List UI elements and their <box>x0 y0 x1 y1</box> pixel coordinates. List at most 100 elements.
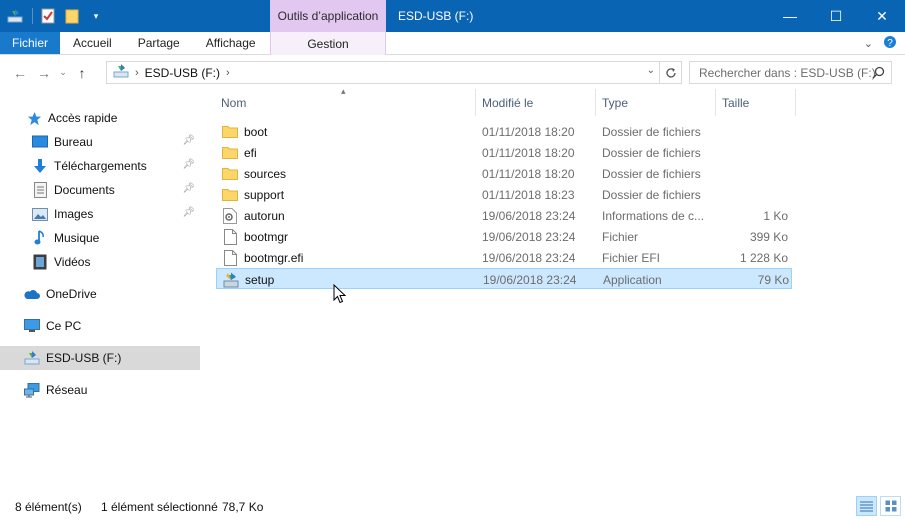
forward-arrow-icon[interactable]: → <box>32 61 56 85</box>
tab-fichier[interactable]: Fichier <box>0 32 61 54</box>
recent-locations-icon[interactable]: ⌄ <box>56 61 70 85</box>
close-button[interactable]: ✕ <box>859 0 905 32</box>
mouse-cursor-icon <box>333 283 347 307</box>
file-row[interactable]: bootmgr 19/06/2018 23:24 Fichier 399 Ko <box>216 226 792 247</box>
chevron-right-icon[interactable]: › <box>135 67 139 79</box>
up-arrow-icon[interactable]: ↑ <box>70 61 94 85</box>
folder-icon <box>222 166 238 182</box>
title-bar: ▾ Outils d’application ESD-USB (F:) — ☐ … <box>0 0 905 32</box>
file-list: ▴ Nom Modifié le Type Taille boot 01/11/… <box>216 86 905 493</box>
images-icon <box>32 206 48 222</box>
nav-label: Téléchargements <box>54 159 147 173</box>
chevron-down-icon[interactable]: ⌄ <box>647 65 655 76</box>
music-icon <box>32 230 48 246</box>
file-date: 19/06/2018 23:24 <box>483 272 577 287</box>
chevron-down-icon[interactable]: ▾ <box>87 7 105 25</box>
properties-icon[interactable] <box>39 7 57 25</box>
nav-item-videos[interactable]: Vidéos <box>0 250 200 274</box>
back-arrow-icon[interactable]: ← <box>8 61 32 85</box>
file-name: setup <box>245 272 275 287</box>
file-date: 19/06/2018 23:24 <box>482 208 576 223</box>
search-icon[interactable] <box>872 66 885 82</box>
item-count: 8 élément(s) <box>15 499 82 514</box>
file-row[interactable]: autorun 19/06/2018 23:24 Informations de… <box>216 205 792 226</box>
file-date: 01/11/2018 18:20 <box>482 166 575 181</box>
nav-item-images[interactable]: Images 📌︎ <box>0 202 200 226</box>
nav-item-reseau[interactable]: Réseau <box>0 378 200 402</box>
maximize-button[interactable]: ☐ <box>813 0 859 32</box>
file-type: Application <box>603 272 662 287</box>
file-name: sources <box>244 166 287 181</box>
tab-gestion[interactable]: Gestion <box>270 32 386 55</box>
file-type: Dossier de fichiers <box>602 187 701 202</box>
file-size <box>721 142 788 163</box>
nav-item-esd-usb[interactable]: ESD-USB (F:) <box>0 346 200 370</box>
file-size <box>721 184 788 205</box>
file-row[interactable]: sources 01/11/2018 18:20 Dossier de fich… <box>216 163 792 184</box>
ribbon-tabs: Fichier Accueil Partage Affichage Gestio… <box>0 32 905 55</box>
nav-label: Bureau <box>54 135 93 149</box>
file-date: 19/06/2018 23:24 <box>482 250 576 265</box>
column-header-type[interactable]: Type <box>597 89 716 116</box>
column-header-date[interactable]: Modifié le <box>477 89 596 116</box>
pin-icon[interactable]: 📌︎ <box>182 159 195 170</box>
nav-item-musique[interactable]: Musique <box>0 226 200 250</box>
column-header-size[interactable]: Taille <box>717 89 796 116</box>
nav-item-acces-rapide[interactable]: Accès rapide <box>0 106 200 130</box>
navigation-pane: Accès rapide Bureau 📌︎ Téléchargements 📌… <box>0 89 200 493</box>
nav-item-onedrive[interactable]: OneDrive <box>0 282 200 306</box>
refresh-button[interactable] <box>660 61 682 84</box>
nav-label: Musique <box>54 231 100 245</box>
selection-size: 78,7 Ko <box>222 499 264 514</box>
nav-item-bureau[interactable]: Bureau 📌︎ <box>0 130 200 154</box>
pin-icon[interactable]: 📌︎ <box>182 135 195 146</box>
large-icons-view-icon[interactable] <box>880 496 901 516</box>
details-view-icon[interactable] <box>856 496 877 516</box>
tab-accueil[interactable]: Accueil <box>60 32 125 54</box>
file-name: bootmgr <box>244 229 289 244</box>
new-folder-icon[interactable] <box>63 7 81 25</box>
search-placeholder: Rechercher dans : ESD-USB (F:) <box>699 65 876 80</box>
column-header-name[interactable]: Nom <box>216 89 476 116</box>
nav-item-telechargements[interactable]: Téléchargements 📌︎ <box>0 154 200 178</box>
file-type: Dossier de fichiers <box>602 145 701 160</box>
file-type: Dossier de fichiers <box>602 166 701 181</box>
file-icon <box>222 249 238 266</box>
computer-icon <box>24 318 40 334</box>
file-row[interactable]: efi 01/11/2018 18:20 Dossier de fichiers <box>216 142 792 163</box>
minimize-button[interactable]: — <box>767 0 813 32</box>
nav-item-ce-pc[interactable]: Ce PC <box>0 314 200 338</box>
file-name: autorun <box>244 208 285 223</box>
pin-icon[interactable]: 📌︎ <box>182 183 195 194</box>
address-bar[interactable]: › ESD-USB (F:) › ⌄ <box>106 61 660 84</box>
chevron-right-icon[interactable]: › <box>226 67 230 79</box>
file-name: boot <box>244 124 268 139</box>
nav-label: Ce PC <box>46 319 82 333</box>
file-type: Fichier <box>602 229 639 244</box>
nav-item-documents[interactable]: Documents 📌︎ <box>0 178 200 202</box>
nav-label: Documents <box>54 183 115 197</box>
tab-affichage[interactable]: Affichage <box>193 32 269 54</box>
nav-label: Vidéos <box>54 255 91 269</box>
file-row[interactable]: bootmgr.efi 19/06/2018 23:24 Fichier EFI… <box>216 247 792 268</box>
setup-app-icon <box>223 272 239 288</box>
file-row[interactable]: boot 01/11/2018 18:20 Dossier de fichier… <box>216 121 792 142</box>
folder-icon <box>222 187 238 203</box>
file-size: 1 228 Ko <box>739 250 788 265</box>
search-input[interactable]: Rechercher dans : ESD-USB (F:) <box>689 61 892 84</box>
file-size <box>721 121 788 142</box>
file-row-selected[interactable]: setup 19/06/2018 23:24 Application 79 Ko <box>216 268 792 289</box>
tab-partage[interactable]: Partage <box>125 32 193 54</box>
file-row[interactable]: support 01/11/2018 18:23 Dossier de fich… <box>216 184 792 205</box>
file-date: 19/06/2018 23:24 <box>482 229 576 244</box>
svg-text:?: ? <box>887 38 893 49</box>
usb-drive-icon <box>113 63 129 82</box>
help-icon[interactable]: ? <box>883 35 897 52</box>
file-size: 1 Ko <box>763 208 788 223</box>
breadcrumb-segment[interactable]: ESD-USB (F:) <box>145 66 220 80</box>
address-row: ← → ⌄ ↑ › ESD-USB (F:) › ⌄ Rechercher da… <box>0 56 905 89</box>
pin-icon[interactable]: 📌︎ <box>182 207 195 218</box>
status-bar: 8 élément(s) 1 élément sélectionné 78,7 … <box>0 493 905 520</box>
usb-drive-icon[interactable] <box>6 7 24 25</box>
chevron-down-icon[interactable]: ⌄ <box>864 37 873 50</box>
